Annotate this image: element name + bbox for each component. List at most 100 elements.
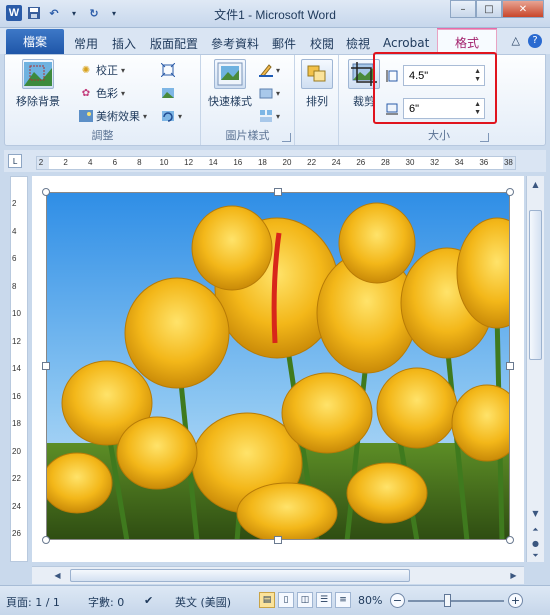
vertical-scroll-thumb[interactable]: [529, 210, 542, 360]
next-page-icon[interactable]: ⏷: [528, 548, 543, 563]
ruler-number: 2: [63, 158, 68, 167]
remove-background-label: 移除背景: [16, 95, 60, 108]
previous-page-icon[interactable]: ⏶: [528, 522, 543, 537]
tab-review[interactable]: 校閱: [310, 32, 334, 54]
tulip-picture[interactable]: [46, 192, 510, 540]
horizontal-ruler[interactable]: 2 2 4 6 8 10 12 14 16 18 20 22 24 26 28 30 32 34 36 38: [36, 156, 516, 170]
picture-border-button[interactable]: ▾: [259, 61, 280, 79]
language-indicator[interactable]: 英文 (美國): [175, 594, 231, 610]
chevron-down-icon: ▾: [276, 111, 281, 121]
scroll-left-icon[interactable]: ◀: [50, 568, 65, 583]
page[interactable]: [32, 176, 524, 562]
zoom-out-icon[interactable]: −: [390, 593, 405, 608]
ruler-number: 4: [87, 158, 93, 167]
resize-handle-bottom-right[interactable]: [506, 536, 514, 544]
dialog-launcher-icon[interactable]: [480, 133, 489, 142]
tab-page-layout[interactable]: 版面配置: [150, 32, 198, 54]
ruler-number: 6: [112, 158, 118, 167]
maximize-button[interactable]: □: [476, 0, 502, 18]
dialog-launcher-icon[interactable]: [282, 133, 291, 142]
ruler-number: 4: [12, 226, 17, 236]
picture-layout-button[interactable]: ▾: [259, 107, 280, 125]
word-count[interactable]: 字數: 0: [88, 594, 124, 610]
zoom-slider-knob[interactable]: [444, 594, 451, 607]
resize-handle-right[interactable]: [506, 362, 514, 370]
ruler-number: 12: [184, 158, 194, 167]
tab-home[interactable]: 常用: [74, 32, 98, 54]
ruler-number: 36: [479, 158, 489, 167]
tab-view[interactable]: 檢視: [346, 32, 370, 54]
minimize-ribbon-icon[interactable]: △: [512, 34, 520, 48]
full-screen-reading-icon[interactable]: ▯: [278, 592, 294, 608]
ribbon-right-controls: △ ?: [512, 34, 542, 48]
color-button[interactable]: ✿ 色彩 ▾: [79, 84, 125, 102]
quick-styles-button[interactable]: 快速樣式: [201, 59, 259, 109]
quick-styles-icon: [214, 59, 246, 89]
tab-file[interactable]: 檔案: [6, 29, 64, 54]
web-layout-icon[interactable]: ◫: [297, 592, 313, 608]
ribbon-tabs: 檔案 常用 插入 版面配置 參考資料 郵件 校閱 檢視 Acrobat 格式 △…: [0, 28, 550, 54]
tab-mailings[interactable]: 郵件: [272, 32, 296, 54]
group-arrange: 排列: [295, 55, 339, 145]
zoom-in-icon[interactable]: +: [508, 593, 523, 608]
ruler-number: 26: [356, 158, 366, 167]
vertical-ruler[interactable]: 2 4 6 8 10 12 14 16 18 20 22 24 26: [10, 176, 28, 562]
change-picture-icon: [161, 86, 175, 100]
ruler-number: 12: [12, 336, 21, 346]
size-highlight-box: [373, 52, 497, 124]
ruler-number: 38: [503, 158, 513, 167]
resize-handle-bottom[interactable]: [274, 536, 282, 544]
sun-icon: ✺: [81, 64, 91, 76]
effects-icon: [259, 86, 273, 100]
draft-view-icon[interactable]: ≡: [335, 592, 351, 608]
ruler-number: 20: [282, 158, 292, 167]
compress-pictures-button[interactable]: [161, 61, 175, 79]
window-controls: – □ ✕: [450, 0, 544, 18]
chevron-down-icon: ▾: [276, 65, 281, 75]
ruler-number: 14: [12, 364, 21, 373]
horizontal-scroll-thumb[interactable]: [70, 569, 410, 582]
tab-acrobat[interactable]: Acrobat: [383, 32, 429, 54]
tab-selector[interactable]: L: [8, 154, 22, 168]
resize-handle-top-right[interactable]: [506, 188, 514, 196]
horizontal-scrollbar[interactable]: ◀ ▶: [32, 566, 524, 584]
page-count[interactable]: 頁面: 1 / 1: [6, 594, 60, 610]
resize-handle-bottom-left[interactable]: [42, 536, 50, 544]
change-picture-button[interactable]: [161, 84, 175, 102]
remove-background-button[interactable]: 移除背景: [9, 59, 67, 109]
title-bar: W ↶ ▾ ↻ ▾ 文件1 - Microsoft Word – □ ✕: [0, 0, 550, 28]
ruler-number: 8: [12, 281, 17, 291]
ruler-number: 16: [233, 158, 243, 167]
ruler-number: 6: [12, 254, 17, 263]
vertical-scrollbar[interactable]: ▲ ▼ ⏶ ● ⏷: [526, 176, 544, 562]
close-button[interactable]: ✕: [502, 0, 544, 18]
reset-picture-button[interactable]: ▾: [161, 107, 182, 125]
proofing-icon[interactable]: ✔: [144, 594, 153, 607]
remove-background-icon: [22, 59, 54, 89]
scroll-up-icon[interactable]: ▲: [528, 177, 543, 192]
ruler-number: 2: [12, 199, 17, 208]
help-icon[interactable]: ?: [528, 34, 542, 48]
print-layout-view-icon[interactable]: ▤: [259, 592, 275, 608]
zoom-slider-track[interactable]: [408, 600, 504, 602]
scroll-right-icon[interactable]: ▶: [506, 568, 521, 583]
scroll-down-icon[interactable]: ▼: [528, 506, 543, 521]
tab-references[interactable]: 參考資料: [211, 32, 259, 54]
picture-effects-button[interactable]: ▾: [259, 84, 280, 102]
artistic-effects-icon: [79, 109, 93, 123]
zoom-level[interactable]: 80%: [358, 594, 382, 607]
corrections-button[interactable]: ✺ 校正 ▾: [79, 61, 125, 79]
artistic-effects-button[interactable]: 美術效果 ▾: [79, 107, 147, 125]
minimize-button[interactable]: –: [450, 0, 476, 18]
outline-view-icon[interactable]: ☰: [316, 592, 332, 608]
tab-insert[interactable]: 插入: [112, 32, 136, 54]
tab-format[interactable]: 格式: [437, 29, 497, 54]
resize-handle-top-left[interactable]: [42, 188, 50, 196]
ruler-number: 28: [380, 158, 390, 167]
resize-handle-top[interactable]: [274, 188, 282, 196]
chevron-down-icon: ▾: [276, 88, 281, 98]
layout-icon: [259, 109, 273, 123]
ruler-number: 2: [38, 158, 44, 167]
group-label-adjust: 調整: [91, 129, 114, 142]
resize-handle-left[interactable]: [42, 362, 50, 370]
